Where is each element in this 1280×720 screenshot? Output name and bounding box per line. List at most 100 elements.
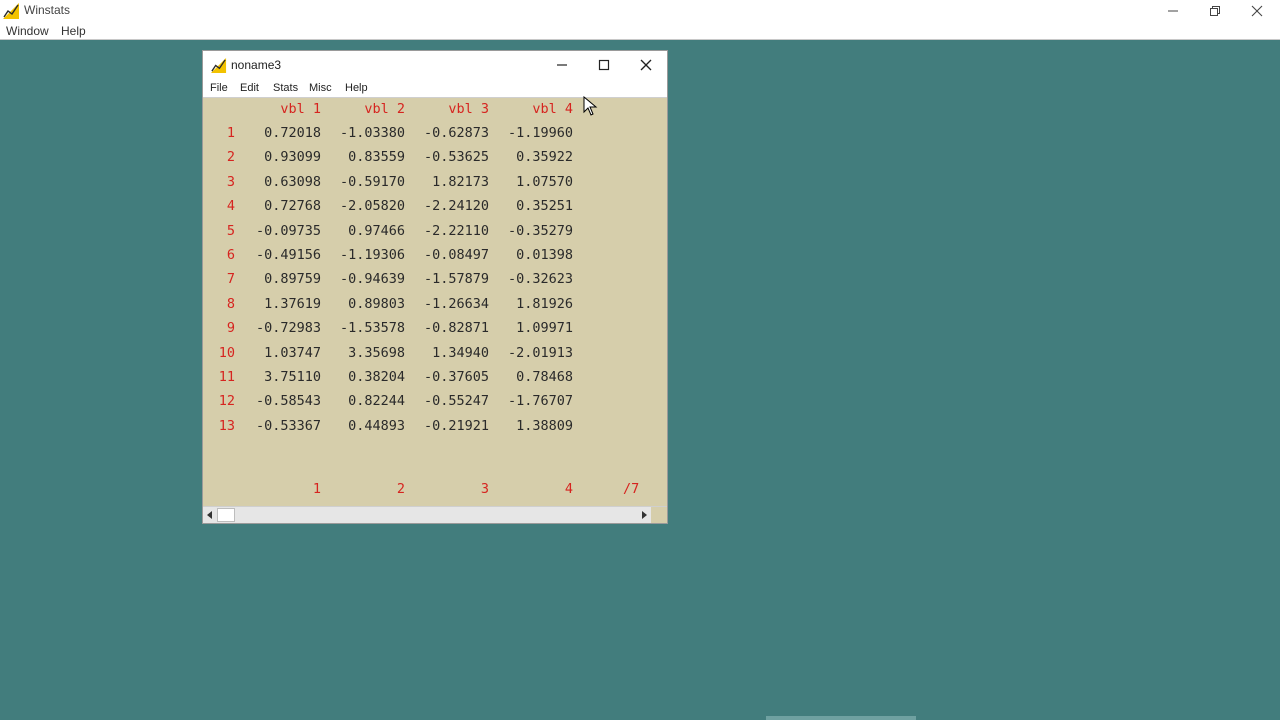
data-grid[interactable]: vbl 1 vbl 2 vbl 3 vbl 4 1 0.72018 -1.03380 -0.6… (203, 99, 667, 494)
row-number[interactable]: 13 (207, 418, 235, 434)
data-cell[interactable]: 1.07570 (489, 174, 573, 190)
data-cell[interactable]: -0.08497 (405, 247, 489, 263)
data-cell[interactable]: 0.83559 (321, 149, 405, 165)
horizontal-scrollbar[interactable] (203, 506, 667, 523)
data-cell[interactable]: -0.09735 (237, 223, 321, 239)
data-cell[interactable]: 0.78468 (489, 369, 573, 385)
column-header[interactable]: vbl 4 (489, 101, 573, 117)
data-cell[interactable]: -0.59170 (321, 174, 405, 190)
data-cell[interactable]: -2.22110 (405, 223, 489, 239)
data-cell[interactable]: -0.37605 (405, 369, 489, 385)
data-cell[interactable]: -2.01913 (489, 345, 573, 361)
data-cell[interactable]: -0.94639 (321, 271, 405, 287)
minimize-icon (1168, 10, 1178, 12)
row-number[interactable]: 2 (207, 149, 235, 165)
row-number[interactable]: 11 (207, 369, 235, 385)
data-cell[interactable]: 0.89759 (237, 271, 321, 287)
data-cell[interactable]: -1.19960 (489, 125, 573, 141)
row-number[interactable]: 3 (207, 174, 235, 190)
scrollbar-thumb[interactable] (217, 508, 235, 522)
data-cell[interactable]: -2.05820 (321, 198, 405, 214)
menu-misc[interactable]: Misc (309, 82, 332, 94)
data-window-menubar: File Edit Stats Misc Help (203, 78, 667, 98)
data-cell[interactable]: 0.72768 (237, 198, 321, 214)
data-cell[interactable]: 0.93099 (237, 149, 321, 165)
data-cell[interactable]: -0.62873 (405, 125, 489, 141)
row-number[interactable]: 9 (207, 320, 235, 336)
row-number[interactable]: 1 (207, 125, 235, 141)
arrow-right-icon (642, 511, 647, 519)
data-cell[interactable]: -0.32623 (489, 271, 573, 287)
minimize-button[interactable] (1152, 0, 1194, 22)
close-icon (1251, 5, 1263, 17)
data-cell[interactable]: 0.44893 (321, 418, 405, 434)
data-cell[interactable]: -0.82871 (405, 320, 489, 336)
mouse-pointer-icon (583, 96, 598, 116)
menu-help[interactable]: Help (61, 24, 86, 38)
data-cell[interactable]: 0.35251 (489, 198, 573, 214)
data-cell[interactable]: 0.63098 (237, 174, 321, 190)
row-number[interactable]: 8 (207, 296, 235, 312)
data-cell[interactable]: -0.21921 (405, 418, 489, 434)
menu-file[interactable]: File (210, 82, 228, 94)
data-window-close-button[interactable] (625, 53, 667, 77)
data-cell[interactable]: -0.72983 (237, 320, 321, 336)
data-cell[interactable]: 0.89803 (321, 296, 405, 312)
data-cell[interactable]: -0.35279 (489, 223, 573, 239)
row-number[interactable]: 10 (207, 345, 235, 361)
data-cell[interactable]: 1.34940 (405, 345, 489, 361)
data-cell[interactable]: -2.24120 (405, 198, 489, 214)
data-cell[interactable]: -1.26634 (405, 296, 489, 312)
row-number[interactable]: 6 (207, 247, 235, 263)
data-cell[interactable]: -1.19306 (321, 247, 405, 263)
data-cell[interactable]: 3.75110 (237, 369, 321, 385)
menu-help[interactable]: Help (345, 82, 368, 94)
data-window-maximize-button[interactable] (583, 53, 625, 77)
taskbar-edge (766, 716, 916, 720)
row-number[interactable]: 12 (207, 393, 235, 409)
data-cell[interactable]: -0.49156 (237, 247, 321, 263)
data-cell[interactable]: 0.35922 (489, 149, 573, 165)
data-cell[interactable]: -0.58543 (237, 393, 321, 409)
data-cell[interactable]: 0.72018 (237, 125, 321, 141)
data-window-titlebar[interactable]: noname3 (203, 51, 667, 78)
minimize-icon (557, 64, 567, 66)
scroll-left-button[interactable] (203, 507, 217, 523)
data-cell[interactable]: 0.97466 (321, 223, 405, 239)
data-cell[interactable]: 1.82173 (405, 174, 489, 190)
data-cell[interactable]: -1.53578 (321, 320, 405, 336)
data-window-minimize-button[interactable] (541, 53, 583, 77)
close-button[interactable] (1236, 0, 1278, 22)
menu-window[interactable]: Window (6, 24, 49, 38)
data-cell[interactable]: -0.55247 (405, 393, 489, 409)
data-cell[interactable]: -0.53367 (237, 418, 321, 434)
data-cell[interactable]: -1.76707 (489, 393, 573, 409)
data-cell[interactable]: -0.53625 (405, 149, 489, 165)
close-icon (640, 59, 652, 71)
menu-edit[interactable]: Edit (240, 82, 259, 94)
data-cell[interactable]: 0.38204 (321, 369, 405, 385)
data-cell[interactable]: 1.09971 (489, 320, 573, 336)
data-cell[interactable]: 0.82244 (321, 393, 405, 409)
data-cell[interactable]: 1.81926 (489, 296, 573, 312)
data-cell[interactable]: 1.03747 (237, 345, 321, 361)
data-cell[interactable]: -1.03380 (321, 125, 405, 141)
data-cell[interactable]: 1.38809 (489, 418, 573, 434)
column-header[interactable]: vbl 3 (405, 101, 489, 117)
column-header[interactable]: vbl 2 (321, 101, 405, 117)
row-number[interactable]: 4 (207, 198, 235, 214)
row-number[interactable]: 7 (207, 271, 235, 287)
row-number[interactable]: 5 (207, 223, 235, 239)
column-index: 4 (564, 481, 573, 497)
winstats-logo-icon (3, 3, 19, 19)
data-cell[interactable]: -1.57879 (405, 271, 489, 287)
restore-button[interactable] (1194, 0, 1236, 22)
app-title: Winstats (24, 3, 71, 17)
data-cell[interactable]: 1.37619 (237, 296, 321, 312)
scroll-right-button[interactable] (637, 507, 651, 523)
menu-stats[interactable]: Stats (273, 82, 298, 94)
data-cell[interactable]: 3.35698 (321, 345, 405, 361)
restore-icon (1210, 6, 1220, 16)
data-cell[interactable]: 0.01398 (489, 247, 573, 263)
column-header[interactable]: vbl 1 (237, 101, 321, 117)
